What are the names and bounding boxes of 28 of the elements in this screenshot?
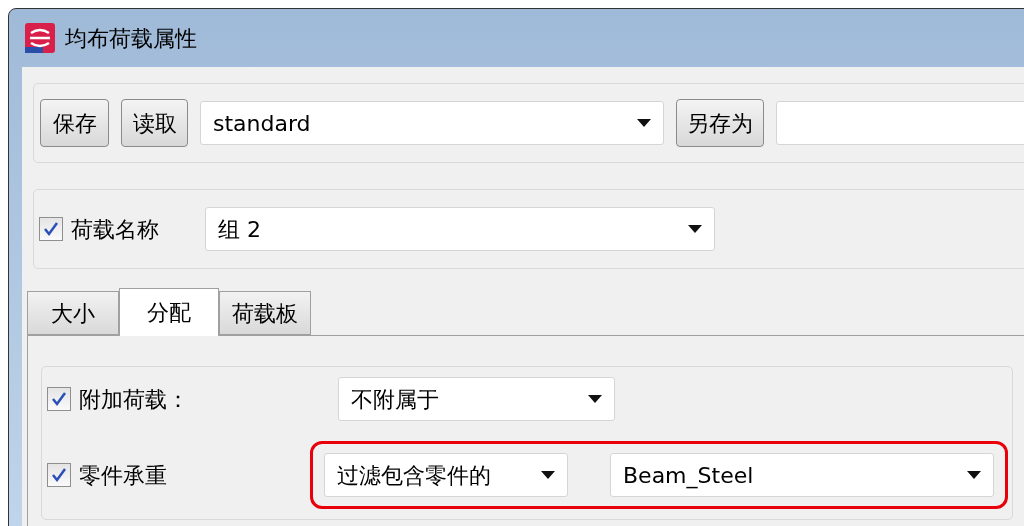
dropdown-arrow-icon: [541, 471, 555, 479]
name-field[interactable]: [776, 101, 1024, 145]
tab[interactable]: 分配: [119, 288, 219, 336]
button[interactable]: 保存: [40, 99, 109, 147]
dropdown-arrow-icon: [588, 395, 602, 403]
app-logo-icon: [25, 23, 55, 53]
button[interactable]: 读取: [121, 99, 188, 147]
checkbox[interactable]: [39, 217, 63, 241]
button[interactable]: 另存为: [676, 99, 764, 147]
checkmark-icon: [43, 221, 59, 237]
option-label: 零件承重: [79, 461, 168, 490]
tab[interactable]: 荷载板: [219, 291, 311, 335]
dropdown[interactable]: 过滤包含零件的: [324, 453, 568, 497]
tab[interactable]: 大小: [27, 291, 119, 335]
dropdown[interactable]: Beam_Steel: [610, 453, 994, 497]
dropdown-arrow-icon: [688, 225, 702, 233]
dropdown-arrow-icon: [637, 119, 651, 127]
dropdown[interactable]: standard: [200, 101, 664, 145]
checkmark-icon: [51, 467, 67, 483]
checkmark-icon: [51, 391, 67, 407]
checkbox[interactable]: [47, 387, 71, 411]
dropdown-arrow-icon: [967, 471, 981, 479]
dropdown[interactable]: 组 2: [205, 207, 715, 251]
checkbox[interactable]: [47, 463, 71, 487]
option-label: 附加荷载：: [79, 385, 190, 414]
load-name-label: 荷载名称: [71, 215, 160, 244]
dropdown[interactable]: 不附属于: [338, 377, 615, 421]
window-title: 均布荷载属性: [65, 24, 197, 53]
